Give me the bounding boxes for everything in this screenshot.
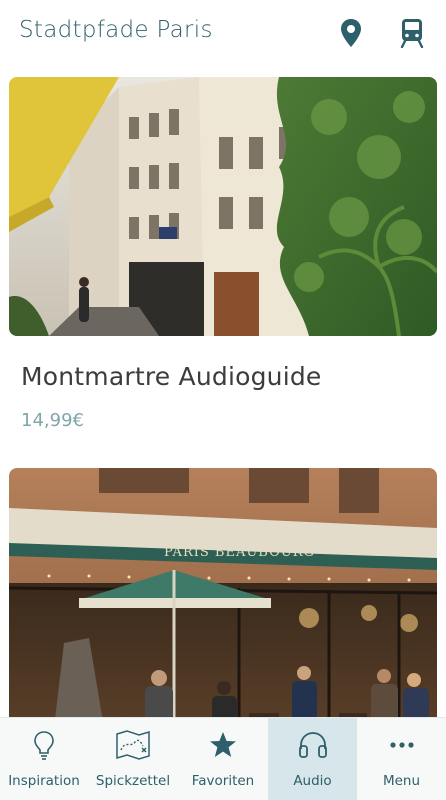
tab-audio[interactable]: Audio — [268, 718, 357, 800]
map-pin-icon[interactable] — [337, 16, 365, 50]
app-title: Stadtpfade Paris — [19, 17, 213, 43]
map-route-icon — [115, 728, 151, 762]
card-price: 14,99€ — [21, 410, 84, 431]
tab-favoriten[interactable]: Favoriten — [178, 718, 268, 800]
tab-menu[interactable]: Menu — [357, 718, 446, 800]
app-header: Stadtpfade Paris — [0, 0, 446, 68]
lightbulb-icon — [33, 728, 55, 762]
cafe-sign-text: PARIS BEAUBOURG — [164, 545, 315, 560]
tour-list[interactable]: Montmartre Audioguide 14,99€ PARIS BEAUB… — [0, 68, 446, 718]
star-icon — [209, 728, 237, 762]
card-title[interactable]: Montmartre Audioguide — [21, 362, 322, 391]
tab-label: Spickzettel — [95, 773, 171, 789]
tab-label: Inspiration — [8, 773, 80, 789]
tab-label: Favoriten — [191, 773, 255, 789]
headphones-icon — [298, 728, 328, 762]
more-dots-icon — [389, 728, 414, 762]
card-image-cafe[interactable]: PARIS BEAUBOURG — [9, 468, 437, 718]
tab-spickzettel[interactable]: Spickzettel — [88, 718, 178, 800]
tab-label: Menu — [382, 773, 421, 789]
tab-inspiration[interactable]: Inspiration — [0, 718, 88, 800]
bottom-tab-bar: Inspiration Spickzettel Favoriten Audio … — [0, 717, 446, 800]
train-icon[interactable] — [398, 16, 426, 50]
tab-label: Audio — [293, 773, 332, 789]
card-image-montmartre[interactable] — [9, 77, 437, 336]
